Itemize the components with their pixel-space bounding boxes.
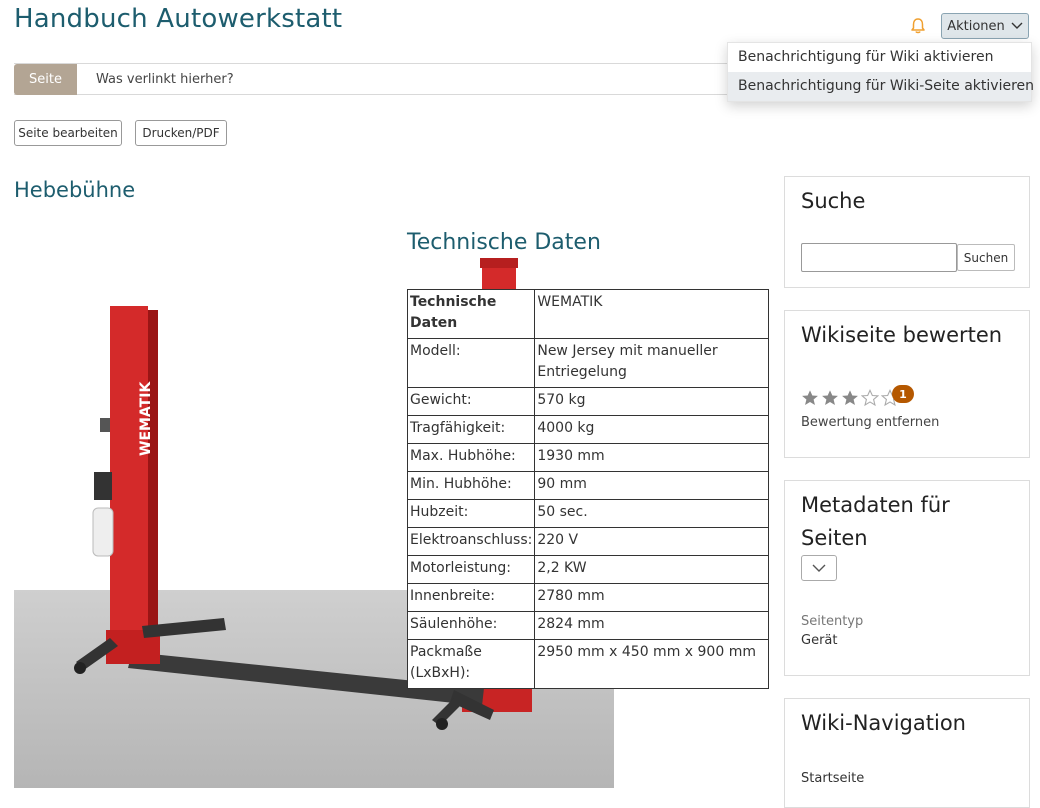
metadata-field-value: Gerät xyxy=(801,633,838,648)
table-key: Max. Hubhöhe: xyxy=(406,443,536,472)
table-key: Hubzeit: xyxy=(406,499,536,528)
table-row: Packmaße (LxBxH): 2950 mm x 450 mm x 900 … xyxy=(406,639,769,689)
table-row: Hubzeit: 50 sec. xyxy=(406,499,769,528)
tech-data-title: Technische Daten xyxy=(407,230,601,255)
table-key: Säulenhöhe: xyxy=(406,611,536,640)
table-key: Tragfähigkeit: xyxy=(406,415,536,444)
search-button[interactable]: Suchen xyxy=(957,244,1015,271)
rating-count-badge: 1 xyxy=(892,385,914,403)
table-value: 1930 mm xyxy=(534,443,769,472)
table-value: WEMATIK xyxy=(534,289,769,339)
star-filled-icon[interactable] xyxy=(801,389,819,407)
notification-bell-icon[interactable] xyxy=(908,16,928,36)
page-tabbar: Seite Was verlinkt hierher? xyxy=(14,63,754,95)
table-row: Max. Hubhöhe: 1930 mm xyxy=(406,443,769,472)
table-key: Technische Daten xyxy=(406,289,536,339)
wiki-navigation-title: Wiki-Navigation xyxy=(801,711,966,735)
star-filled-icon[interactable] xyxy=(821,389,839,407)
table-row: Gewicht: 570 kg xyxy=(406,387,769,416)
chevron-down-icon xyxy=(812,564,826,572)
lift-brand-text: WEMATIK xyxy=(138,381,154,456)
table-key: Innenbreite: xyxy=(406,583,536,612)
table-value: 50 sec. xyxy=(534,499,769,528)
menu-item-watch-page[interactable]: Benachrichtigung für Wiki-Seite aktivier… xyxy=(728,72,1034,101)
table-row: Innenbreite: 2780 mm xyxy=(406,583,769,612)
table-value: 2,2 KW xyxy=(534,555,769,584)
article-title: Hebebühne xyxy=(14,178,136,202)
rating-panel-title: Wikiseite bewerten xyxy=(801,323,1003,347)
table-key: Gewicht: xyxy=(406,387,536,416)
table-value: 4000 kg xyxy=(534,415,769,444)
remove-rating-link[interactable]: Bewertung entfernen xyxy=(801,415,939,430)
rating-stars[interactable] xyxy=(801,389,899,407)
table-row: Min. Hubhöhe: 90 mm xyxy=(406,471,769,500)
rating-panel: Wikiseite bewerten 1 Bewertung entfernen xyxy=(784,310,1030,458)
edit-page-button[interactable]: Seite bearbeiten xyxy=(14,120,122,146)
metadata-panel: Metadaten für Seiten Seitentyp Gerät xyxy=(784,480,1030,676)
star-filled-icon[interactable] xyxy=(841,389,859,407)
menu-item-watch-wiki[interactable]: Benachrichtigung für Wiki aktivieren xyxy=(728,43,1031,72)
search-panel: Suche Suchen xyxy=(784,176,1030,288)
table-value: New Jersey mit manueller Entriegelung xyxy=(534,338,769,388)
table-row: Technische Daten WEMATIK xyxy=(406,289,769,339)
actions-dropdown-button[interactable]: Aktionen xyxy=(941,13,1029,39)
table-value: 2780 mm xyxy=(534,583,769,612)
table-key: Packmaße (LxBxH): xyxy=(406,639,536,689)
metadata-field-label: Seitentyp xyxy=(801,614,864,629)
table-key: Min. Hubhöhe: xyxy=(406,471,536,500)
table-row: Tragfähigkeit: 4000 kg xyxy=(406,415,769,444)
search-panel-title: Suche xyxy=(801,189,866,213)
star-empty-icon[interactable] xyxy=(861,389,879,407)
table-key: Motorleistung: xyxy=(406,555,536,584)
table-row: Elektroanschluss: 220 V xyxy=(406,527,769,556)
metadata-toggle-button[interactable] xyxy=(801,555,837,581)
table-key: Modell: xyxy=(406,338,536,388)
actions-label: Aktionen xyxy=(947,18,1005,34)
table-row: Motorleistung: 2,2 KW xyxy=(406,555,769,584)
search-input[interactable] xyxy=(801,243,957,272)
table-row: Modell: New Jersey mit manueller Entriege… xyxy=(406,338,769,388)
table-key: Elektroanschluss: xyxy=(406,527,536,556)
tech-data-table: Technische Daten WEMATIK Modell: New Jerse… xyxy=(406,289,769,689)
table-value: 2950 mm x 450 mm x 900 mm xyxy=(534,639,769,689)
chevron-down-icon xyxy=(1011,22,1023,29)
print-pdf-button[interactable]: Drucken/PDF xyxy=(135,120,227,146)
table-value: 220 V xyxy=(534,527,769,556)
nav-item-startseite[interactable]: Startseite xyxy=(801,771,864,786)
table-value: 570 kg xyxy=(534,387,769,416)
table-value: 90 mm xyxy=(534,471,769,500)
wiki-navigation-panel: Wiki-Navigation Startseite xyxy=(784,698,1030,808)
tab-backlinks[interactable]: Was verlinkt hierher? xyxy=(96,64,234,95)
table-row: Säulenhöhe: 2824 mm xyxy=(406,611,769,640)
metadata-panel-title: Metadaten für Seiten xyxy=(801,493,950,550)
page-title: Handbuch Autowerkstatt xyxy=(14,4,343,34)
actions-menu: Benachrichtigung für Wiki aktivieren Ben… xyxy=(727,42,1034,102)
tab-page[interactable]: Seite xyxy=(14,64,77,95)
table-value: 2824 mm xyxy=(534,611,769,640)
